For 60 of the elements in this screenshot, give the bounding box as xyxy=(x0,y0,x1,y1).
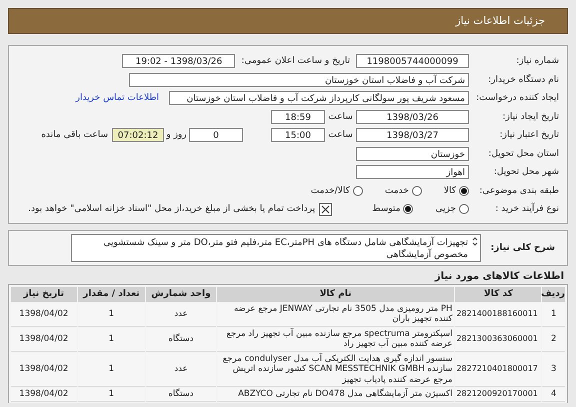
radio-button[interactable] xyxy=(459,186,469,196)
field-label: استان محل تحویل: xyxy=(487,148,560,159)
field-label: شرح کلی نیاز: xyxy=(490,242,556,252)
scroll-arrows-icon[interactable] xyxy=(472,236,478,246)
section-title: اطلاعات کالاهای مورد نیاز xyxy=(434,270,564,282)
table-cell: 4 xyxy=(542,388,565,402)
field-label: طبقه بندی موضوعی: xyxy=(478,186,560,196)
radio-button[interactable] xyxy=(403,204,414,214)
field-label: ساعت باقی مانده xyxy=(41,130,108,140)
creator-field: مسعود شریف پور سولگانی کارپرداز شرکت آب و فاضلاب استان خوزستان xyxy=(169,91,469,106)
description-text: تجهیزات آزمایشگاهی شامل دستگاه های PHمتر،EC متر،فلیم فتو متر،DO متر و سینک شستشویی مخصوص آزمایشگاهی xyxy=(102,236,468,260)
field-label: روز و xyxy=(165,130,188,140)
table-cell: سنسور اندازه گیری هدایت الکتریکی آب مدل condulyser مرجع سازنده SCAN MESSTECHNIK GMBH کشور سازنده اتریش مرجع عرضه کننده پادیاب تجهیز xyxy=(216,352,454,387)
column-header: نام کالا xyxy=(216,286,454,302)
option-label: جزیی xyxy=(435,204,456,214)
radio-button[interactable] xyxy=(352,186,363,196)
province-field: خوزستان xyxy=(356,146,469,161)
field-label: ایجاد کننده درخواست: xyxy=(475,93,560,104)
page-title: جزئیات اطلاعات نیاز xyxy=(456,15,545,27)
column-header: واحد شمارش xyxy=(146,286,216,302)
treasury-note: پرداخت تمام یا بخشی از مبلغ خرید،از محل "اسناد خزانه اسلامی" خواهد بود. xyxy=(28,204,316,214)
validity-date-field: 1398/03/27 xyxy=(356,128,469,142)
buyer-field: شرکت آب و فاضلاب استان خوزستان xyxy=(129,72,469,87)
column-header: کد کالا xyxy=(455,286,542,302)
option-label: خدمت xyxy=(384,186,409,196)
field-label: شهر محل تحویل: xyxy=(492,167,560,178)
radio-button[interactable] xyxy=(412,186,422,196)
checkbox[interactable] xyxy=(319,202,332,216)
need-number-field: 1198005744000099 xyxy=(356,54,469,68)
field-label: ساعت xyxy=(327,112,354,122)
buyer-contact-link[interactable]: اطلاعات تماس خریدار xyxy=(76,93,159,104)
table-cell: اسپکترومتر spectruma مرجع سازنده مبین آب تجهیز راد مرجع عرضه کننده مبین آب تجهیز راد xyxy=(216,328,454,352)
table-cell: اکسیژن متر آزمایشگاهی مدل DO478 نام تجارتی ABZYCO xyxy=(216,388,454,402)
remaining-time-field: 07:02:12 xyxy=(112,128,164,142)
announce-date-field: 1398/03/26 - 19:02 xyxy=(122,54,236,68)
field-label: شماره نیاز: xyxy=(515,56,560,66)
option-label: کالا xyxy=(444,186,456,196)
column-header: ردیف xyxy=(542,286,565,302)
table-cell: دستگاه xyxy=(146,388,216,402)
table-cell: 1 xyxy=(78,388,146,402)
field-label: نام دستگاه خریدار: xyxy=(487,74,560,85)
column-header: تعداد / مقدار xyxy=(78,286,146,302)
days-field: 0 xyxy=(189,128,243,142)
field-label: نوع فرآیند خرید : xyxy=(494,204,560,214)
description-textarea[interactable]: تجهیزات آزمایشگاهی شامل دستگاه های PHمتر،EC متر،فلیم فتو متر،DO متر و سینک شستشویی مخصوص آزمایشگاهی xyxy=(71,234,481,262)
field-label: تاریخ اعتبار نیاز: xyxy=(498,130,560,140)
table-cell: 2821200920170001 xyxy=(455,388,542,402)
created-date-field: 1398/03/26 xyxy=(356,110,469,124)
field-label: تاریخ ایجاد نیاز: xyxy=(501,112,560,122)
option-label: متوسط xyxy=(372,204,400,214)
radio-button[interactable] xyxy=(459,204,469,214)
field-label: ساعت xyxy=(327,130,354,140)
table-cell: 1398/04/02 xyxy=(11,388,77,402)
validity-time-field: 15:00 xyxy=(271,128,325,142)
table-cell: PH متر رومیزی مدل 3505 نام تجارتی JENWAY مرجع عرضه کننده تجهیز باران xyxy=(216,302,454,326)
option-label: کالا/خدمت xyxy=(310,186,350,196)
column-header: تاریخ نیاز xyxy=(11,286,77,302)
field-label: تاریخ و ساعت اعلان عمومی: xyxy=(241,56,350,66)
city-field: اهواز xyxy=(356,165,469,180)
created-time-field: 18:59 xyxy=(271,110,325,124)
